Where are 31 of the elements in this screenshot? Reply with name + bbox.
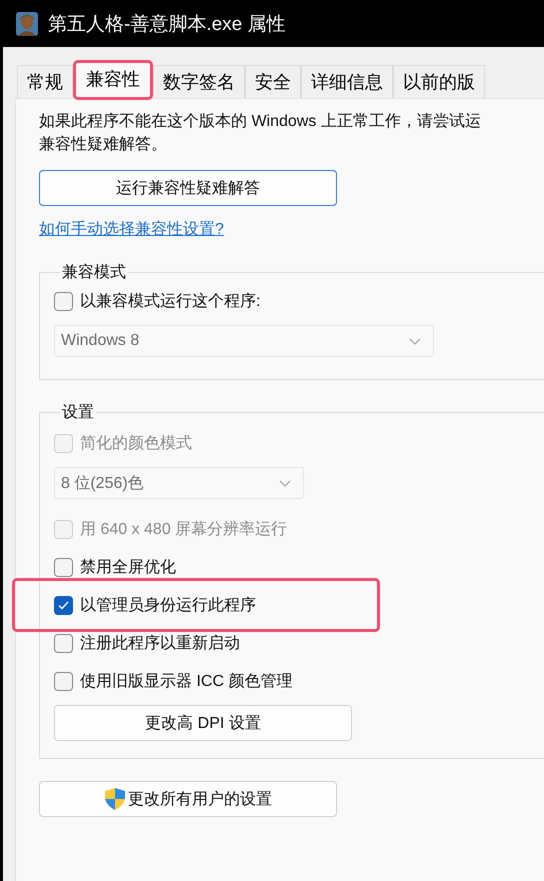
- chevron-down-icon: [409, 338, 421, 344]
- tab[interactable]: 以前的版: [393, 65, 485, 98]
- checkbox-label[interactable]: 以管理员身份运行此程序: [80, 594, 256, 616]
- description-text: 兼容性疑难解答。: [39, 134, 167, 155]
- checkbox[interactable]: [54, 292, 73, 310]
- checkbox-label[interactable]: 使用旧版显示器 ICC 颜色管理: [80, 670, 292, 692]
- button-label: 更改所有用户的设置: [128, 790, 272, 810]
- all-users-settings-button[interactable]: 更改所有用户的设置: [39, 781, 337, 817]
- dpi-settings-button[interactable]: 更改高 DPI 设置: [54, 705, 352, 741]
- group-title: 兼容模式: [61, 262, 127, 283]
- shield-icon: [104, 787, 126, 811]
- checkbox-label[interactable]: 以兼容模式运行这个程序:: [80, 290, 260, 312]
- description-text: 如果此程序不能在这个版本的 Windows 上正常工作，请尝试运: [39, 112, 481, 132]
- app-icon: [16, 12, 38, 36]
- tab[interactable]: 详细信息: [301, 65, 393, 98]
- check-icon: [58, 600, 69, 610]
- tab[interactable]: 安全: [245, 65, 301, 98]
- help-link[interactable]: 如何手动选择兼容性设置?: [39, 219, 224, 241]
- checkbox-label[interactable]: 禁用全屏优化: [80, 556, 176, 578]
- troubleshoot-button[interactable]: 运行兼容性疑难解答: [39, 170, 337, 206]
- checkbox[interactable]: [54, 634, 73, 652]
- window-title: 第五人格-善意脚本.exe 属性: [48, 12, 286, 36]
- checkbox[interactable]: [54, 672, 73, 690]
- checkbox[interactable]: [54, 596, 73, 614]
- checkbox[interactable]: [54, 558, 73, 576]
- tab[interactable]: 常规: [17, 65, 73, 98]
- checkbox-label[interactable]: 注册此程序以重新启动: [80, 632, 240, 654]
- tab[interactable]: 数字签名: [153, 65, 245, 98]
- group-title: 设置: [61, 403, 95, 423]
- tab[interactable]: 兼容性: [73, 60, 153, 100]
- chevron-down-icon: [279, 480, 291, 486]
